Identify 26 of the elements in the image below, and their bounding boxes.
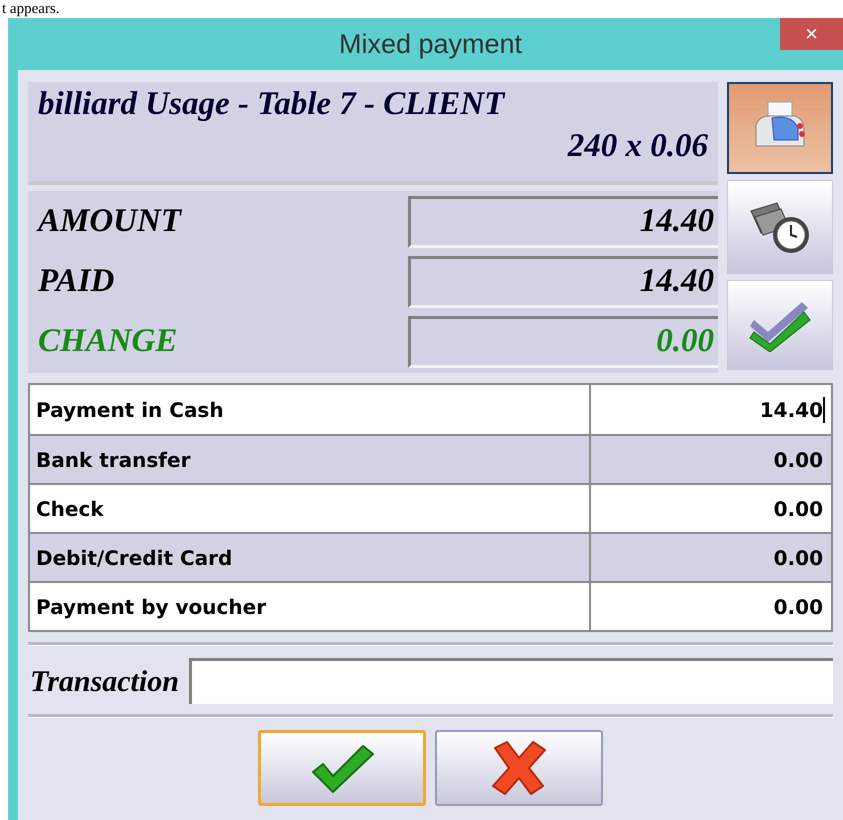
transaction-field[interactable]	[188, 658, 833, 704]
summary-label: AMOUNT	[38, 202, 183, 242]
ok-button[interactable]	[258, 730, 426, 806]
transaction-label: Transaction	[29, 664, 179, 700]
cancel-button[interactable]	[435, 730, 603, 806]
check-icon	[309, 742, 375, 794]
caption-text: t appears.	[2, 0, 60, 18]
validate-button[interactable]	[727, 280, 833, 370]
summary-value: 14.40	[408, 256, 718, 308]
payment-amount-field[interactable]: 0.00	[591, 583, 831, 630]
summary-value: 0.00	[408, 316, 718, 368]
summary-value: 14.40	[408, 196, 718, 248]
close-button[interactable]: ×	[780, 18, 843, 50]
summary-label: CHANGE	[38, 322, 178, 362]
summary-label: PAID	[38, 262, 116, 302]
header-title: billiard Usage - Table 7 - CLIENT	[38, 85, 506, 124]
payment-amount-field[interactable]: 14.40	[591, 385, 831, 434]
cross-icon	[489, 738, 549, 798]
payment-method-cell: Payment by voucher	[30, 583, 591, 630]
window-title: Mixed payment	[338, 28, 522, 61]
payment-amount-field[interactable]: 0.00	[591, 485, 831, 532]
timer-button[interactable]	[727, 180, 833, 274]
header-detail: 240 x 0.06	[568, 127, 708, 166]
payment-amount-field[interactable]: 0.00	[591, 534, 831, 581]
print-button[interactable]	[727, 82, 833, 174]
payment-amount-field[interactable]: 0.00	[591, 436, 831, 483]
